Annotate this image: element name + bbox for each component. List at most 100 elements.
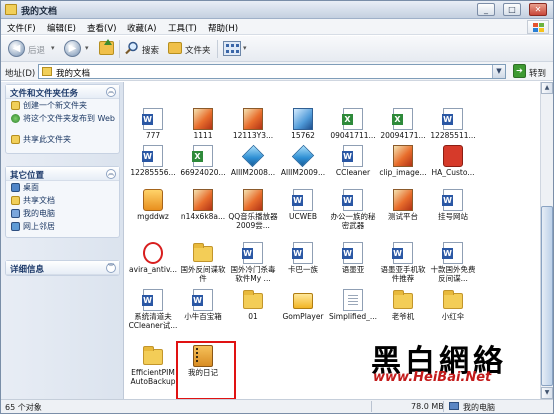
folder-icon bbox=[42, 67, 52, 76]
minimize-button[interactable]: _ bbox=[477, 3, 495, 16]
excel-icon bbox=[342, 108, 363, 130]
folder-icon bbox=[5, 4, 17, 15]
file-item[interactable]: Simplified_... bbox=[328, 289, 378, 341]
word-icon bbox=[342, 145, 363, 167]
file-name: n14x6k8a... bbox=[180, 212, 226, 221]
views-dropdown-icon[interactable]: ▾ bbox=[243, 44, 247, 52]
folder-up-icon[interactable] bbox=[99, 39, 114, 55]
file-item[interactable]: GomPlayer bbox=[278, 289, 328, 341]
forward-dropdown-icon[interactable]: ▾ bbox=[85, 44, 89, 52]
vertical-scrollbar[interactable]: ▲ ▼ bbox=[540, 82, 553, 399]
details-section: 详细信息 ︾ bbox=[5, 260, 120, 276]
file-item[interactable]: QQ音乐播放器2009尝... bbox=[228, 189, 278, 241]
file-item[interactable]: 办公一族的秘密武器 bbox=[328, 189, 378, 241]
menu-edit[interactable]: 编辑(E) bbox=[47, 22, 76, 34]
file-item[interactable]: mgddwz bbox=[128, 189, 178, 241]
image-icon bbox=[243, 189, 263, 211]
file-item[interactable]: 十款国外免费反间谍... bbox=[428, 242, 478, 294]
place-label: 我的电脑 bbox=[23, 209, 55, 218]
excel-icon bbox=[192, 145, 213, 167]
collapse-icon[interactable]: ︽ bbox=[106, 169, 116, 179]
file-item[interactable]: 老爷机 bbox=[378, 289, 428, 341]
status-separator bbox=[443, 401, 444, 412]
folder-icon bbox=[393, 290, 413, 309]
task-header[interactable]: 其它位置 ︽ bbox=[6, 167, 119, 181]
menu-file[interactable]: 文件(F) bbox=[7, 22, 36, 34]
task-publish-web[interactable]: 将这个文件夹发布到 Web bbox=[6, 113, 119, 133]
task-header[interactable]: 详细信息 ︾ bbox=[6, 261, 119, 275]
back-label[interactable]: 后退 bbox=[28, 44, 45, 56]
address-value[interactable]: 我的文档 bbox=[56, 67, 90, 79]
menu-help[interactable]: 帮助(H) bbox=[208, 22, 238, 34]
file-item[interactable]: 小红伞 bbox=[428, 289, 478, 341]
file-item[interactable]: 挂号网站 bbox=[428, 189, 478, 241]
task-new-folder[interactable]: 创建一个新文件夹 bbox=[6, 100, 119, 112]
scroll-thumb[interactable] bbox=[541, 206, 553, 386]
file-item[interactable]: 国外冷门杀毒软件My ... bbox=[228, 242, 278, 294]
go-arrow-icon[interactable]: ➔ bbox=[513, 64, 526, 78]
maximize-button[interactable]: □ bbox=[503, 3, 521, 16]
folders-icon[interactable] bbox=[168, 42, 182, 54]
status-location: 我的电脑 bbox=[463, 403, 495, 412]
image-icon bbox=[193, 108, 213, 130]
file-name: HA_Custo... bbox=[431, 168, 475, 177]
collapse-icon[interactable]: ︽ bbox=[106, 87, 116, 97]
folders-button-label[interactable]: 文件夹 bbox=[185, 44, 211, 56]
back-icon[interactable]: ◀ bbox=[8, 40, 25, 57]
task-header[interactable]: 文件和文件夹任务 ︽ bbox=[6, 85, 119, 99]
file-item[interactable]: 测试平台 bbox=[378, 189, 428, 241]
task-share-folder[interactable]: 共享此文件夹 bbox=[6, 134, 119, 146]
file-name: AllIM2008... bbox=[230, 168, 276, 177]
file-item[interactable]: n14x6k8a... bbox=[178, 189, 228, 241]
file-name: avira_antiv... bbox=[129, 265, 177, 274]
file-item[interactable]: UCWEB bbox=[278, 189, 328, 241]
window-title: 我的文档 bbox=[21, 7, 58, 17]
back-dropdown-icon[interactable]: ▾ bbox=[51, 44, 55, 52]
word-icon bbox=[342, 189, 363, 211]
search-button-label[interactable]: 搜索 bbox=[142, 44, 159, 56]
new-folder-icon bbox=[11, 101, 20, 110]
highlight-box bbox=[176, 341, 236, 399]
close-button[interactable]: ✕ bbox=[529, 3, 547, 16]
place-desktop[interactable]: 桌面 bbox=[6, 182, 119, 194]
file-item[interactable]: 国外反间谍软件 bbox=[178, 242, 228, 294]
file-item[interactable]: 小牛百宝箱 bbox=[178, 289, 228, 341]
scroll-up-icon[interactable]: ▲ bbox=[541, 82, 553, 94]
go-button-label[interactable]: 转到 bbox=[529, 67, 546, 79]
word-icon bbox=[292, 242, 313, 264]
views-icon[interactable] bbox=[223, 41, 241, 56]
address-input[interactable]: 我的文档 ▼ bbox=[38, 64, 506, 79]
forward-icon[interactable]: ▶ bbox=[64, 40, 81, 57]
status-separator bbox=[371, 401, 372, 412]
title-bar[interactable]: 我的文档 _ □ ✕ bbox=[1, 1, 553, 19]
file-name: 小红伞 bbox=[441, 312, 465, 321]
expand-icon[interactable]: ︾ bbox=[106, 263, 116, 273]
address-dropdown-icon[interactable]: ▼ bbox=[492, 65, 505, 78]
place-label: 网上邻居 bbox=[23, 222, 55, 231]
file-name: 1111 bbox=[193, 131, 213, 140]
status-bar: 65 个对象 78.0 MB 我的电脑 bbox=[1, 399, 553, 413]
menu-tools[interactable]: 工具(T) bbox=[168, 22, 197, 34]
file-item[interactable]: 语墨亚手机软件推荐 bbox=[378, 242, 428, 294]
file-name: 09041711... bbox=[330, 131, 376, 140]
file-item[interactable]: 卡巴一族 bbox=[278, 242, 328, 294]
cube-icon bbox=[291, 144, 315, 168]
file-name: 测试平台 bbox=[388, 212, 418, 221]
folder-icon bbox=[243, 290, 263, 309]
place-shared-docs[interactable]: 共享文档 bbox=[6, 195, 119, 207]
search-icon[interactable] bbox=[125, 41, 139, 55]
file-name: QQ音乐播放器2009尝... bbox=[228, 212, 278, 230]
menu-favorites[interactable]: 收藏(A) bbox=[127, 22, 156, 34]
place-network[interactable]: 网上邻居 bbox=[6, 221, 119, 233]
address-bar: 地址(D) 我的文档 ▼ ➔ 转到 bbox=[1, 62, 553, 81]
scroll-down-icon[interactable]: ▼ bbox=[541, 387, 553, 399]
file-folder-tasks: 文件和文件夹任务 ︽ 创建一个新文件夹 将这个文件夹发布到 Web 共享此文件夹 bbox=[5, 84, 120, 154]
place-my-computer[interactable]: 我的电脑 bbox=[6, 208, 119, 220]
file-item[interactable]: 语墨亚 bbox=[328, 242, 378, 294]
file-item[interactable]: 系统清道夫CCleaner试... bbox=[128, 289, 178, 341]
file-item[interactable]: avira_antiv... bbox=[128, 242, 178, 294]
file-item[interactable]: 01 bbox=[228, 289, 278, 341]
file-name: 老爷机 bbox=[391, 312, 415, 321]
file-item[interactable]: EfficientPIM AutoBackup bbox=[128, 345, 178, 397]
menu-view[interactable]: 查看(V) bbox=[87, 22, 116, 34]
